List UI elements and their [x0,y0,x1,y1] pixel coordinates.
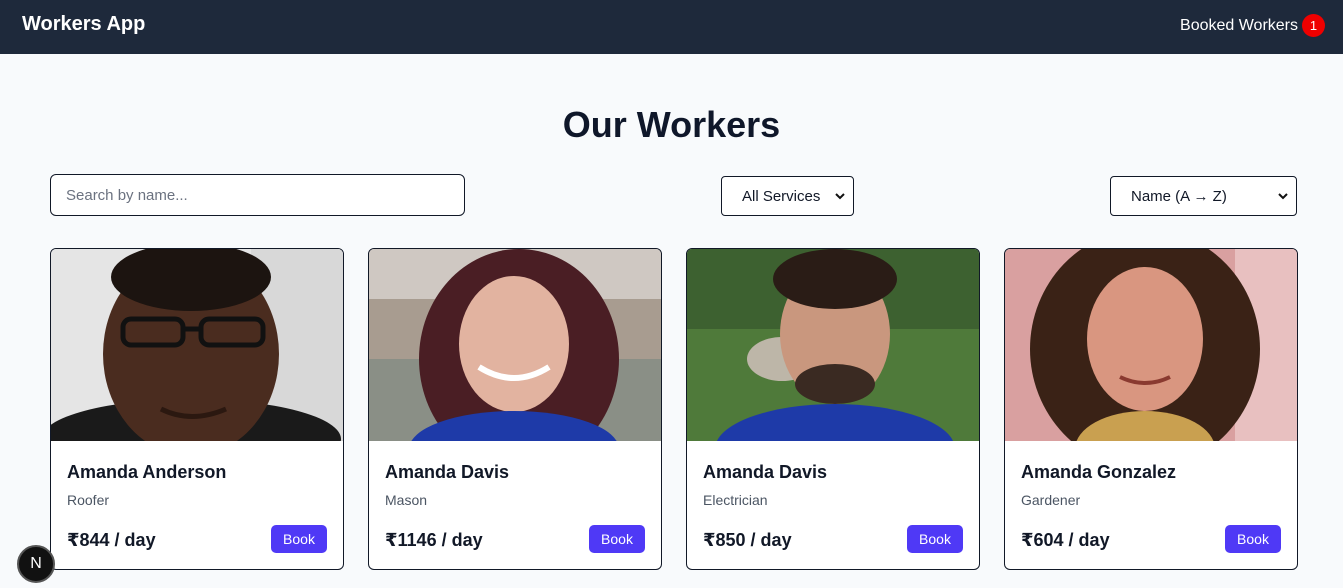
booked-workers-label: Booked Workers [1180,16,1298,34]
nextjs-dev-indicator[interactable]: N [17,545,55,583]
book-button[interactable]: Book [271,525,327,553]
book-button[interactable]: Book [907,525,963,553]
worker-photo [1005,249,1297,441]
worker-price: ₹850 / day [703,530,792,550]
app-brand[interactable]: Workers App [22,13,145,36]
worker-photo [687,249,979,441]
worker-photo [369,249,661,441]
sort-value: Name (A → Z) [1131,187,1227,205]
worker-price: ₹1146 / day [385,530,483,550]
worker-photo [51,249,343,441]
worker-role: Roofer [67,492,110,508]
service-filter-value: All Services [742,187,821,205]
worker-card: Amanda Gonzalez Gardener ₹604 / day Book [1004,248,1298,570]
booked-workers-link[interactable]: Booked Workers 1 [1180,14,1325,37]
book-button[interactable]: Book [1225,525,1281,553]
worker-price: ₹604 / day [1021,530,1110,550]
worker-name: Amanda Gonzalez [1021,462,1177,482]
book-button[interactable]: Book [589,525,645,553]
worker-role: Mason [385,492,428,508]
booked-count-badge: 1 [1302,14,1325,37]
worker-name: Amanda Davis [703,462,828,482]
worker-name: Amanda Anderson [67,462,227,482]
worker-role: Gardener [1021,492,1081,508]
search-input[interactable] [50,174,465,216]
worker-card: Amanda Davis Mason ₹1146 / day Book [368,248,662,570]
worker-price: ₹844 / day [67,530,156,550]
sort-select[interactable]: Name (A → Z) [1110,176,1297,216]
service-filter-select[interactable]: All Services [721,176,854,216]
worker-name: Amanda Davis [385,462,510,482]
page-title: Our Workers [562,104,781,145]
chevron-down-icon [1278,193,1288,200]
top-navbar: Workers App Booked Workers 1 [0,0,1343,54]
worker-card: Amanda Davis Electrician ₹850 / day Book [686,248,980,570]
chevron-down-icon [835,193,845,200]
worker-card: Amanda Anderson Roofer ₹844 / day Book [50,248,344,570]
worker-role: Electrician [703,492,768,508]
